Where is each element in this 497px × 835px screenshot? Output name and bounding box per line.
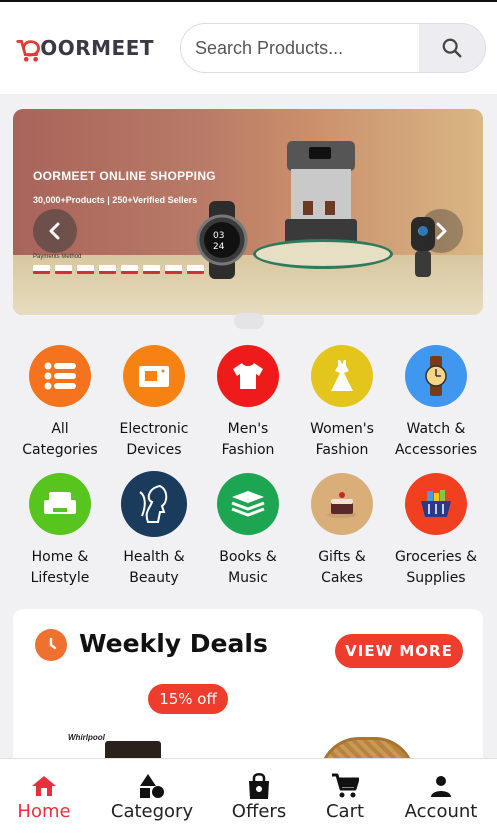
camera-icon bbox=[123, 345, 185, 407]
category-home-lifestyle[interactable]: Home & Lifestyle bbox=[13, 473, 107, 589]
tshirt-icon bbox=[217, 345, 279, 407]
category-label-line1: Home & bbox=[31, 549, 89, 565]
carousel-prev-button[interactable] bbox=[33, 209, 77, 253]
category-label-line2: Lifestyle bbox=[30, 570, 90, 586]
category-gifts-cakes[interactable]: Gifts & Cakes bbox=[295, 473, 389, 589]
category-health-beauty[interactable]: Health & Beauty bbox=[107, 471, 201, 589]
svg-text:24: 24 bbox=[213, 242, 225, 252]
nav-category-label: Category bbox=[110, 801, 194, 822]
nav-category[interactable]: Category bbox=[104, 759, 200, 835]
shapes-icon bbox=[104, 771, 200, 801]
face-icon bbox=[121, 471, 187, 537]
category-label-line1: All bbox=[51, 421, 69, 437]
chevron-right-icon bbox=[436, 222, 447, 240]
category-label-line1: Groceries & bbox=[394, 549, 478, 565]
category-label-line2: Fashion bbox=[221, 442, 275, 458]
category-label-line1: Health & bbox=[123, 549, 185, 565]
category-watch-accessories[interactable]: Watch & Accessories bbox=[389, 345, 483, 461]
banner-subtitle: 30,000+Products | 250+Verified Sellers bbox=[33, 195, 198, 205]
category-books-music[interactable]: Books & Music bbox=[201, 473, 295, 589]
category-label-line2: Cakes bbox=[321, 570, 363, 586]
logo-cart-icon bbox=[16, 40, 40, 62]
search-input[interactable] bbox=[181, 24, 421, 72]
chevron-left-icon bbox=[49, 222, 60, 240]
nav-home-label: Home bbox=[17, 801, 71, 822]
basket-icon bbox=[405, 473, 467, 535]
promo-banner[interactable]: OORMEET ONLINE SHOPPING 30,000+Products … bbox=[13, 109, 483, 315]
payment-logos bbox=[33, 265, 204, 274]
list-icon bbox=[29, 345, 91, 407]
category-label-line2: Devices bbox=[126, 442, 182, 458]
smartwatch-image: 03 24 bbox=[196, 201, 248, 279]
coffee-machine-image bbox=[285, 141, 357, 245]
category-label-line2: Music bbox=[228, 570, 268, 586]
dress-icon bbox=[311, 345, 373, 407]
sofa-icon bbox=[29, 473, 91, 535]
cart-icon bbox=[314, 771, 376, 801]
person-icon bbox=[396, 771, 486, 801]
nav-home[interactable]: Home bbox=[0, 759, 88, 835]
category-label-line1: Books & bbox=[219, 549, 277, 565]
category-label-line1: Watch & bbox=[406, 421, 466, 437]
category-womens-fashion[interactable]: Women's Fashion bbox=[295, 345, 389, 461]
clock-icon bbox=[35, 629, 67, 661]
home-icon bbox=[0, 771, 88, 801]
category-label-line1: Gifts & bbox=[318, 549, 366, 565]
nav-account[interactable]: Account bbox=[396, 759, 486, 835]
banner-title: OORMEET ONLINE SHOPPING bbox=[33, 169, 216, 183]
weekly-deals-section: Weekly Deals VIEW MORE 15% off Whirlpool bbox=[13, 609, 483, 769]
nav-cart-label: Cart bbox=[325, 801, 365, 822]
banner-payments-label: Payments Method bbox=[33, 254, 82, 260]
category-label-line2: Supplies bbox=[406, 570, 466, 586]
category-label-line2: Fashion bbox=[315, 442, 369, 458]
product-brand-logo: Whirlpool bbox=[68, 733, 105, 742]
category-label-line2: Beauty bbox=[129, 570, 179, 586]
carousel-next-button[interactable] bbox=[419, 209, 463, 253]
search-bar bbox=[180, 23, 486, 73]
category-label-line1: Men's bbox=[227, 421, 269, 437]
weekly-deals-title: Weekly Deals bbox=[79, 629, 268, 658]
category-label-line2: Categories bbox=[22, 442, 98, 458]
category-groceries-supplies[interactable]: Groceries & Supplies bbox=[389, 473, 483, 589]
cake-icon bbox=[311, 473, 373, 535]
logo-text: OORMEET bbox=[40, 36, 154, 60]
nav-account-label: Account bbox=[404, 801, 478, 822]
search-button[interactable] bbox=[419, 24, 485, 72]
books-icon bbox=[217, 473, 279, 535]
nav-offers[interactable]: Offers bbox=[222, 759, 296, 835]
category-label-line1: Electronic bbox=[119, 421, 189, 437]
svg-text:03: 03 bbox=[213, 231, 224, 241]
nav-offers-label: Offers bbox=[231, 801, 287, 822]
category-label-line1: Women's bbox=[310, 421, 374, 437]
category-electronic-devices[interactable]: Electronic Devices bbox=[107, 345, 201, 461]
search-icon bbox=[442, 38, 462, 58]
watch-icon bbox=[405, 345, 467, 407]
category-mens-fashion[interactable]: Men's Fashion bbox=[201, 345, 295, 461]
discount-badge: 15% off bbox=[148, 684, 228, 714]
app-header: OORMEET bbox=[0, 2, 497, 94]
category-all[interactable]: All Categories bbox=[13, 345, 107, 461]
carousel-indicator[interactable] bbox=[234, 313, 264, 329]
bottom-navigation: Home Category Offers Cart Account bbox=[0, 758, 497, 835]
nav-cart[interactable]: Cart bbox=[314, 759, 376, 835]
view-more-button[interactable]: VIEW MORE bbox=[335, 634, 463, 668]
shopping-bag-icon bbox=[222, 771, 296, 801]
doormeet-logo[interactable]: OORMEET bbox=[14, 28, 154, 68]
category-label-line2: Accessories bbox=[394, 442, 478, 458]
product-pedestal bbox=[253, 239, 393, 269]
